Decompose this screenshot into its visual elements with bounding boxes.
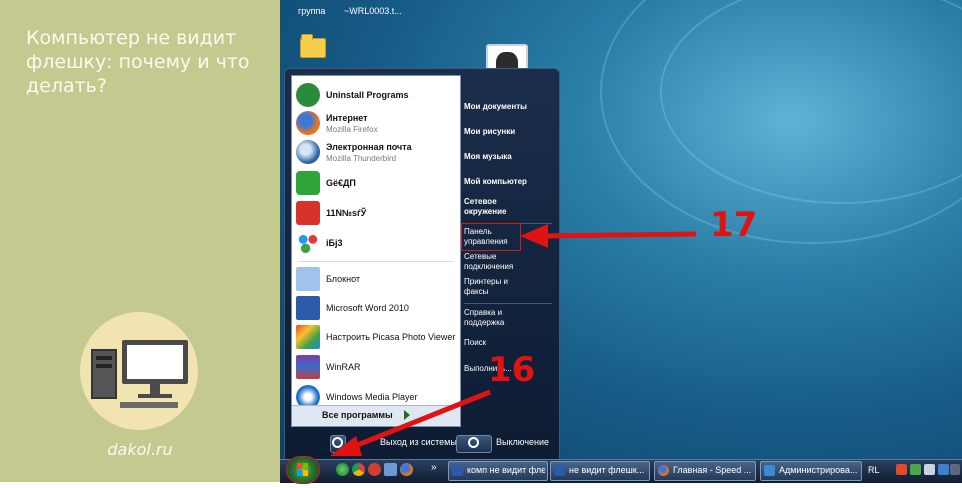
annotation-number-17: 17 (710, 205, 758, 245)
annotation-number-16: 16 (488, 350, 536, 390)
arrow-head (330, 436, 362, 456)
arrow-head (520, 224, 548, 248)
annotation-arrows (330, 224, 697, 456)
